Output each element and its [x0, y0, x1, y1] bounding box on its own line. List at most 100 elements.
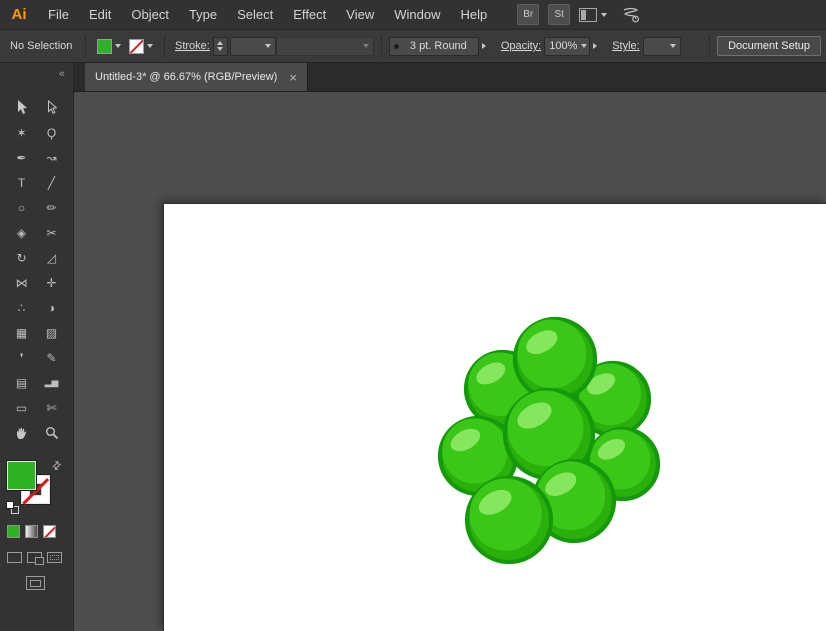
mesh-tool[interactable]: ▦ [7, 320, 37, 345]
chevron-down-icon[interactable] [669, 44, 676, 48]
fill-stroke-indicator: ⇄ [0, 458, 74, 521]
fill-color-control[interactable] [97, 38, 121, 54]
stroke-weight-label[interactable]: Stroke: [175, 40, 210, 52]
document-tab[interactable]: Untitled-3* @ 66.67% (RGB/Preview) × [85, 63, 308, 91]
shape-builder-tool[interactable]: ◈ [7, 220, 37, 245]
app-logo[interactable]: Ai [0, 6, 38, 23]
draw-inside-button[interactable] [47, 552, 62, 563]
direct-selection-tool[interactable] [37, 95, 67, 120]
separator [85, 35, 86, 57]
fill-swatch-large[interactable] [7, 461, 36, 490]
menu-edit[interactable]: Edit [79, 0, 121, 29]
draw-behind-button[interactable] [27, 552, 44, 565]
column-graph-tool[interactable]: ▂▅ [37, 370, 67, 395]
stroke-weight-stepper[interactable] [212, 36, 228, 56]
opacity-label[interactable]: Opacity: [501, 40, 541, 52]
sync-icon[interactable] [622, 7, 640, 23]
menu-object[interactable]: Object [121, 0, 179, 29]
chevron-down-icon [362, 44, 369, 48]
menu-items: File Edit Object Type Select Effect View Window… [38, 0, 497, 29]
appbar-buttons: Br St [517, 4, 640, 25]
brush-definition-combo[interactable]: 3 pt. Round [388, 36, 479, 56]
style-combo[interactable] [642, 36, 681, 56]
fill-color-swatch[interactable] [97, 38, 112, 54]
artboard[interactable] [163, 203, 826, 631]
gradient-tool[interactable]: ▨ [37, 320, 67, 345]
perspective-grid-tool[interactable]: ▤ [7, 370, 37, 395]
chevron-down-icon[interactable] [147, 44, 153, 48]
draw-mode-row [7, 552, 62, 565]
none-mode-button[interactable] [43, 525, 56, 538]
tools-panel: « ✶ Ϙ ✒ ↝ T ╱ ○ ✏ ◈ ✂ ↻ ◿ ⋈ ✛ ∴ ◑ ▦ ▨ ❜ ✎ ▤ ▂▅ ▭ ✄ ⇄ [0, 63, 74, 631]
arrange-documents-button[interactable] [579, 7, 608, 22]
close-icon[interactable]: × [289, 71, 297, 84]
lasso-tool[interactable]: Ϙ [37, 120, 67, 145]
menu-type[interactable]: Type [179, 0, 227, 29]
brush-options-arrow[interactable] [481, 43, 486, 49]
screen-mode-button[interactable] [26, 576, 45, 590]
draw-normal-button[interactable] [7, 552, 22, 563]
arrange-documents-icon [579, 7, 598, 22]
stroke-color-control[interactable] [129, 38, 153, 54]
collapse-panel-button[interactable]: « [59, 68, 65, 80]
pen-tool[interactable]: ✒ [7, 145, 37, 170]
artboard-tool[interactable]: ▭ [7, 395, 37, 420]
ellipse-tool[interactable]: ○ [7, 195, 37, 220]
chevron-right-icon [593, 43, 598, 49]
magic-wand-tool[interactable]: ✶ [7, 120, 37, 145]
variable-width-profile-combo[interactable] [275, 36, 374, 56]
paintbrush-tool[interactable]: ✏ [37, 195, 67, 220]
curvature-tool[interactable]: ↝ [37, 145, 67, 170]
canvas[interactable] [74, 92, 826, 631]
menu-select[interactable]: Select [227, 0, 283, 29]
slice-tool[interactable]: ✄ [37, 395, 67, 420]
scale-tool[interactable]: ◿ [37, 245, 67, 270]
document-setup-button[interactable]: Document Setup [717, 36, 821, 56]
menu-window[interactable]: Window [384, 0, 450, 29]
illustrator-window: Ai File Edit Object Type Select Effect View Win… [0, 0, 826, 631]
line-segment-tool[interactable]: ╱ [37, 170, 67, 195]
stroke-none-swatch[interactable] [129, 38, 144, 54]
scissors-tool[interactable]: ✂ [37, 220, 67, 245]
menu-effect[interactable]: Effect [283, 0, 336, 29]
swap-fill-stroke-icon[interactable]: ⇄ [49, 458, 64, 473]
default-fill-mini [6, 501, 14, 509]
chevron-down-icon[interactable] [581, 44, 588, 48]
width-tool[interactable]: ⋈ [7, 270, 37, 295]
menu-view[interactable]: View [336, 0, 384, 29]
graphic-styles-button[interactable]: St [548, 4, 571, 25]
brushes-button[interactable]: Br [517, 4, 540, 25]
stepper-up-icon[interactable] [217, 41, 224, 45]
green-bubble-artwork[interactable] [164, 204, 826, 631]
tab-bar: Untitled-3* @ 66.67% (RGB/Preview) × [74, 63, 826, 92]
menu-help[interactable]: Help [450, 0, 497, 29]
separator [380, 35, 382, 57]
chevron-down-icon[interactable] [264, 44, 271, 48]
stroke-weight-combo[interactable] [229, 36, 276, 56]
color-mode-button[interactable] [7, 525, 20, 538]
hand-tool[interactable] [7, 420, 37, 445]
type-tool[interactable]: T [7, 170, 37, 195]
opacity-value: 100% [549, 40, 578, 52]
rotate-tool[interactable]: ↻ [7, 245, 37, 270]
selection-tool[interactable] [7, 95, 37, 120]
free-transform-tool[interactable]: ✛ [37, 270, 67, 295]
opacity-combo[interactable]: 100% [544, 36, 591, 56]
tools-grid: ✶ Ϙ ✒ ↝ T ╱ ○ ✏ ◈ ✂ ↻ ◿ ⋈ ✛ ∴ ◑ ▦ ▨ ❜ ✎ ▤ ▂▅ ▭ ✄ [7, 95, 67, 445]
chevron-down-icon[interactable] [115, 44, 121, 48]
chevron-right-icon [481, 43, 486, 49]
blend-tool[interactable]: ◑ [37, 295, 67, 320]
stepper-down-icon[interactable] [217, 47, 224, 51]
opacity-options-arrow[interactable] [593, 43, 598, 49]
pencil-tool[interactable]: ✎ [37, 345, 67, 370]
default-fill-stroke-icon[interactable] [6, 501, 20, 515]
style-label[interactable]: Style: [612, 40, 640, 52]
brush-definition-value: 3 pt. Round [409, 40, 467, 52]
symbol-sprayer-tool[interactable]: ∴ [7, 295, 37, 320]
gradient-mode-button[interactable] [25, 525, 38, 538]
separator [709, 35, 711, 57]
menu-bar: Ai File Edit Object Type Select Effect View Win… [0, 0, 826, 29]
zoom-tool[interactable] [37, 420, 67, 445]
menu-file[interactable]: File [38, 0, 79, 29]
eyedropper-tool[interactable]: ❜ [7, 345, 37, 370]
